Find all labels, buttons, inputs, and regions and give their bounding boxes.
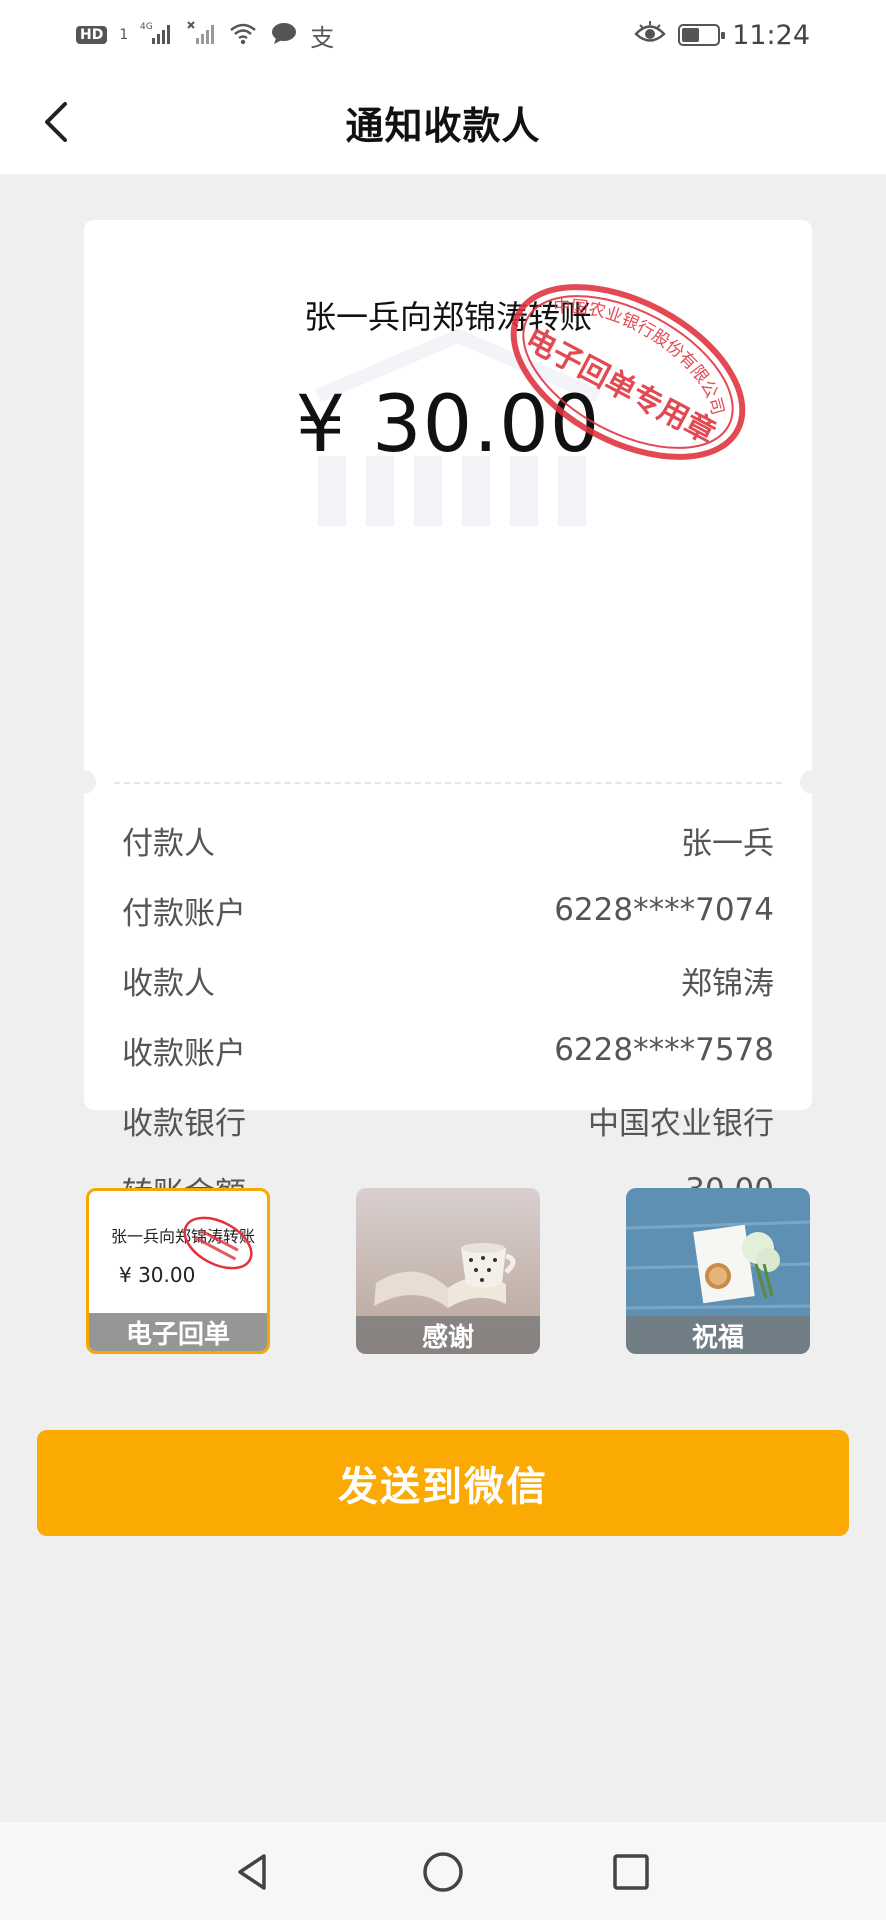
detail-row-payee: 收款人 郑锦涛 xyxy=(122,945,774,1015)
status-left: HD 1 4G 支 xyxy=(76,18,334,53)
bank-seal-stamp: 中国农业银行股份有限公司 电子回单专用章 xyxy=(510,275,748,460)
ticket-notch-left xyxy=(72,770,96,794)
signal-icon: 4G xyxy=(140,20,174,50)
detail-value: 6228****7074 xyxy=(554,892,774,928)
detail-row-payee-account: 收款账户 6228****7578 xyxy=(122,1015,774,1085)
ticket-notch-right xyxy=(800,770,824,794)
send-to-wechat-button[interactable]: 发送到微信 xyxy=(37,1430,849,1536)
transfer-notify-screen: HD 1 4G 支 11:24 通知收款人 张一兵向郑锦涛转账 ¥ 30.00 … xyxy=(0,0,886,1920)
alipay-icon: 支 xyxy=(310,23,335,52)
back-triangle-icon[interactable] xyxy=(230,1848,278,1896)
template-receipt[interactable]: 张一兵向郑锦涛转账 ¥ 30.00 电子回单 xyxy=(86,1188,270,1354)
detail-label: 付款人 xyxy=(122,825,215,862)
detail-row-payer: 付款人 张一兵 xyxy=(122,805,774,875)
eye-icon xyxy=(634,21,666,49)
back-arrow-icon xyxy=(45,102,67,142)
back-button[interactable] xyxy=(26,92,86,152)
dashed-divider xyxy=(114,782,782,784)
mini-seal-stamp xyxy=(183,1216,253,1270)
signal-4g-label: 4G xyxy=(140,22,153,32)
receipt-card: 张一兵向郑锦涛转账 ¥ 30.00 中国农业银行股份有限公司 电子回单专用章 付… xyxy=(72,220,824,1282)
detail-value: 中国农业银行 xyxy=(588,1105,774,1142)
no-signal-icon xyxy=(186,20,216,50)
status-bar: HD 1 4G 支 11:24 xyxy=(0,0,886,70)
page-title: 通知收款人 xyxy=(345,103,541,148)
hd-icon: HD xyxy=(76,26,108,44)
network-sub-label: 1 xyxy=(119,27,129,43)
template-caption: 祝福 xyxy=(626,1316,810,1354)
detail-value: 郑锦涛 xyxy=(681,965,774,1002)
template-caption: 电子回单 xyxy=(89,1313,267,1351)
detail-label: 收款银行 xyxy=(122,1105,246,1142)
detail-value: 张一兵 xyxy=(681,825,774,862)
detail-label: 收款账户 xyxy=(122,1035,246,1072)
template-blessing[interactable]: 祝福 xyxy=(626,1188,810,1354)
detail-row-payee-bank: 收款银行 中国农业银行 xyxy=(122,1085,774,1155)
status-right: 11:24 xyxy=(634,20,810,51)
nav-bar: 通知收款人 xyxy=(0,70,886,174)
template-thanks[interactable]: 感谢 xyxy=(356,1188,540,1354)
system-nav-bar xyxy=(0,1822,886,1920)
template-selector: 张一兵向郑锦涛转账 ¥ 30.00 电子回单 感谢 祝福 xyxy=(84,1188,812,1354)
home-circle-icon[interactable] xyxy=(419,1848,467,1896)
wifi-icon xyxy=(228,20,258,50)
recents-square-icon[interactable] xyxy=(607,1848,655,1896)
detail-row-payer-account: 付款账户 6228****7074 xyxy=(122,875,774,945)
status-time: 11:24 xyxy=(732,19,810,51)
chat-icon xyxy=(270,20,298,50)
detail-label: 付款账户 xyxy=(122,895,246,932)
detail-value: 6228****7578 xyxy=(554,1032,774,1068)
detail-label: 收款人 xyxy=(122,965,215,1002)
template-caption: 感谢 xyxy=(356,1316,540,1354)
battery-icon xyxy=(678,24,726,46)
